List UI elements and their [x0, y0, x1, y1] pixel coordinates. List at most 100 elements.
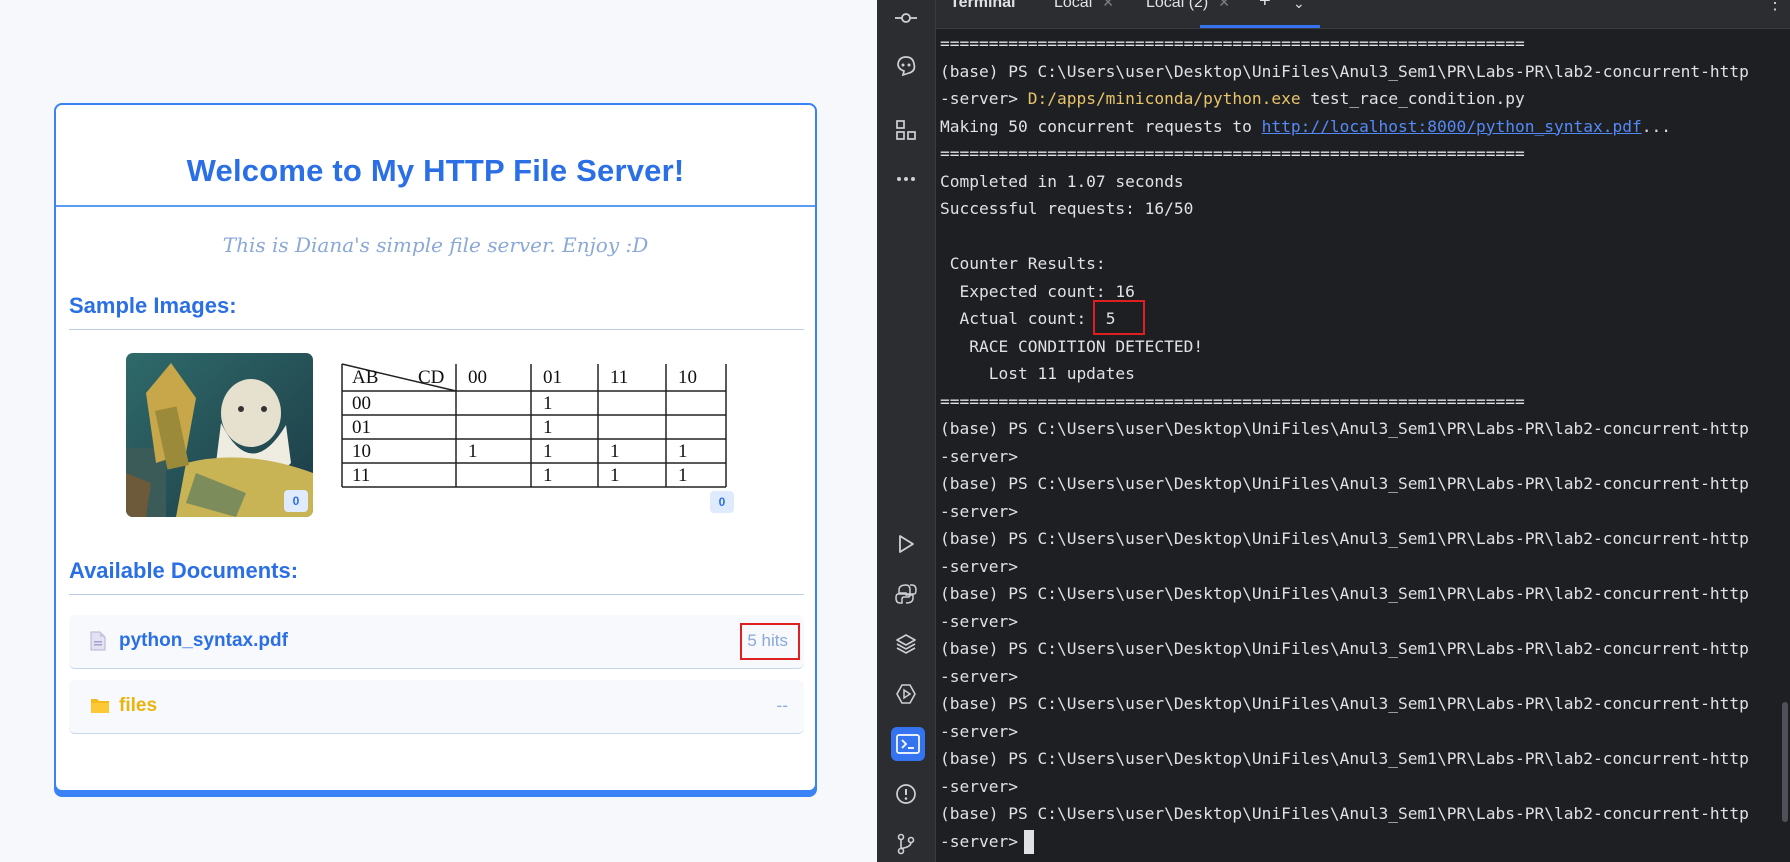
add-tab-icon[interactable]: + — [1259, 0, 1271, 13]
layers-icon[interactable] — [892, 630, 920, 658]
terminal-tool-title: Terminal — [950, 0, 1016, 11]
tab-label: Local — [1054, 0, 1093, 11]
sample-images-heading: Sample Images: — [69, 293, 237, 318]
section-divider — [69, 594, 804, 595]
prompt-line: (base) PS C:\Users\user\Desktop\UniFiles… — [940, 529, 1749, 548]
prompt-line: -server> — [940, 666, 1018, 686]
prompt-line: -server> — [940, 446, 1018, 466]
separator-line: ========================================… — [940, 34, 1525, 53]
text-cursor — [1023, 830, 1034, 854]
kmap-column-header: 00 — [468, 367, 487, 388]
karnaugh-map-image[interactable]: AB CD 00 01 11 10 00 1 01 1 10 1 1 1 1 11 1 1 1 0 — [336, 357, 756, 527]
run-icon[interactable] — [892, 530, 920, 558]
kmap-row-label: 10 — [352, 441, 371, 462]
hit-count: -- — [776, 696, 788, 715]
prompt-line: (base) PS C:\Users\user\Desktop\UniFiles… — [940, 61, 1749, 81]
available-documents-heading: Available Documents: — [69, 558, 299, 583]
prompt-line: -server> — [940, 776, 1018, 796]
python-executable: D:/apps/miniconda/python.exe — [1027, 89, 1301, 108]
prompt-line: -server> — [940, 721, 1018, 741]
kmap-corner-row: AB — [352, 367, 378, 388]
request-suffix: ... — [1641, 116, 1671, 136]
url-link[interactable]: http://localhost:8000/python_syntax.pdf — [1262, 117, 1642, 136]
git-icon[interactable] — [892, 830, 920, 858]
prompt-line: (base) PS C:\Users\user\Desktop\UniFiles… — [940, 749, 1749, 768]
folder-icon — [90, 696, 110, 719]
close-icon[interactable]: ✕ — [1102, 0, 1114, 10]
expected-count-line: Expected count: 16 — [940, 281, 1135, 301]
karnaugh-map-table: AB CD 00 01 11 1000 101 110 1 1 1 111 1 1 1 — [341, 363, 727, 488]
prompt-line: -server> — [940, 556, 1018, 576]
completed-line: Completed in 1.07 seconds — [940, 171, 1184, 191]
prompt-line: -server> — [940, 501, 1018, 521]
terminal-tab-bar: Terminal Local ✕ Local (2) ✕ + ⌄ ⋮ — [936, 0, 1790, 29]
counter-results-line: Counter Results: — [940, 254, 1106, 273]
terminal-output[interactable]: ========================================… — [940, 30, 1780, 855]
prompt-line: (base) PS C:\Users\user\Desktop\UniFiles… — [940, 639, 1749, 658]
tab-local[interactable]: Local ✕ — [1054, 0, 1114, 12]
ai-assistant-icon[interactable] — [892, 52, 920, 80]
page-title: Welcome to My HTTP File Server! — [186, 153, 685, 188]
prompt-suffix: -server> — [940, 89, 1028, 108]
actual-label: Actual count: — [940, 309, 1106, 328]
terminal-scrollbar[interactable] — [1782, 702, 1788, 822]
prompt-line: (base) PS C:\Users\user\Desktop\UniFiles… — [940, 804, 1749, 823]
kmap-column-header: 10 — [678, 367, 697, 388]
kmap-cell: 1 — [543, 417, 553, 438]
structure-icon[interactable] — [892, 116, 920, 144]
commit-icon[interactable] — [892, 2, 920, 30]
kmap-cell: 1 — [610, 441, 620, 462]
kmap-row-label: 11 — [352, 465, 370, 486]
actual-count-line: Actual count: 5 — [940, 305, 1780, 333]
document-link-python-syntax[interactable]: python_syntax.pdf — [119, 630, 288, 652]
folder-link-files[interactable]: files — [119, 695, 157, 717]
document-row[interactable]: python_syntax.pdf 5 hits — [69, 615, 804, 669]
document-row[interactable]: files -- — [69, 680, 804, 734]
prompt-line: -server> — [940, 611, 1018, 631]
kmap-column-header: 11 — [610, 367, 628, 388]
kmap-corner-col: CD — [418, 367, 444, 388]
terminal-icon[interactable] — [891, 727, 925, 761]
problems-icon[interactable] — [892, 780, 920, 808]
services-icon[interactable] — [892, 680, 920, 708]
separator-line: ========================================… — [940, 144, 1525, 163]
close-icon[interactable]: ✕ — [1218, 0, 1230, 10]
options-icon[interactable]: ⋮ — [1766, 0, 1784, 14]
request-line: Making 50 concurrent requests to http://… — [940, 113, 1780, 141]
image-hit-badge: 0 — [710, 491, 734, 513]
tab-local-2[interactable]: Local (2) ✕ — [1146, 0, 1230, 12]
command-line: -server> D:/apps/miniconda/python.exe te… — [940, 85, 1780, 113]
prompt-line: (base) PS C:\Users\user\Desktop\UniFiles… — [940, 694, 1749, 713]
kmap-cell: 1 — [468, 441, 478, 462]
kmap-cell: 1 — [543, 465, 553, 486]
tab-label: Local (2) — [1146, 0, 1209, 11]
prompt-line: (base) PS C:\Users\user\Desktop\UniFiles… — [940, 584, 1749, 603]
active-tab-indicator — [1200, 25, 1320, 28]
section-divider — [69, 329, 804, 330]
kmap-row-label: 01 — [352, 417, 371, 438]
race-condition-line: RACE CONDITION DETECTED! — [940, 336, 1204, 356]
highlight-box — [1093, 300, 1145, 335]
warrior-image[interactable]: 0 — [126, 353, 313, 517]
more-icon[interactable] — [892, 165, 920, 193]
kmap-cell: 1 — [678, 441, 688, 462]
highlight-box — [740, 623, 800, 660]
chevron-down-icon[interactable]: ⌄ — [1293, 0, 1305, 12]
kmap-row-label: 00 — [352, 393, 371, 414]
pdf-file-icon — [90, 631, 106, 656]
browser-page: Welcome to My HTTP File Server! This is … — [0, 0, 877, 862]
request-prefix: Making 50 concurrent requests to — [940, 116, 1262, 136]
image-hit-badge: 0 — [284, 490, 308, 512]
prompt-line: (base) PS C:\Users\user\Desktop\UniFiles… — [940, 474, 1749, 493]
file-server-card: Welcome to My HTTP File Server! This is … — [54, 103, 817, 792]
separator-line: ========================================… — [940, 391, 1525, 411]
tool-window-rail — [879, 0, 936, 862]
active-prompt-line[interactable]: -server> — [940, 828, 1780, 856]
prompt-suffix: -server> — [940, 831, 1018, 851]
kmap-column-header: 01 — [543, 367, 562, 388]
kmap-cell: 1 — [610, 465, 620, 486]
page-subtitle: This is Diana's simple file server. Enjo… — [222, 233, 649, 257]
lost-updates-line: Lost 11 updates — [940, 364, 1135, 383]
python-console-icon[interactable] — [892, 580, 920, 608]
